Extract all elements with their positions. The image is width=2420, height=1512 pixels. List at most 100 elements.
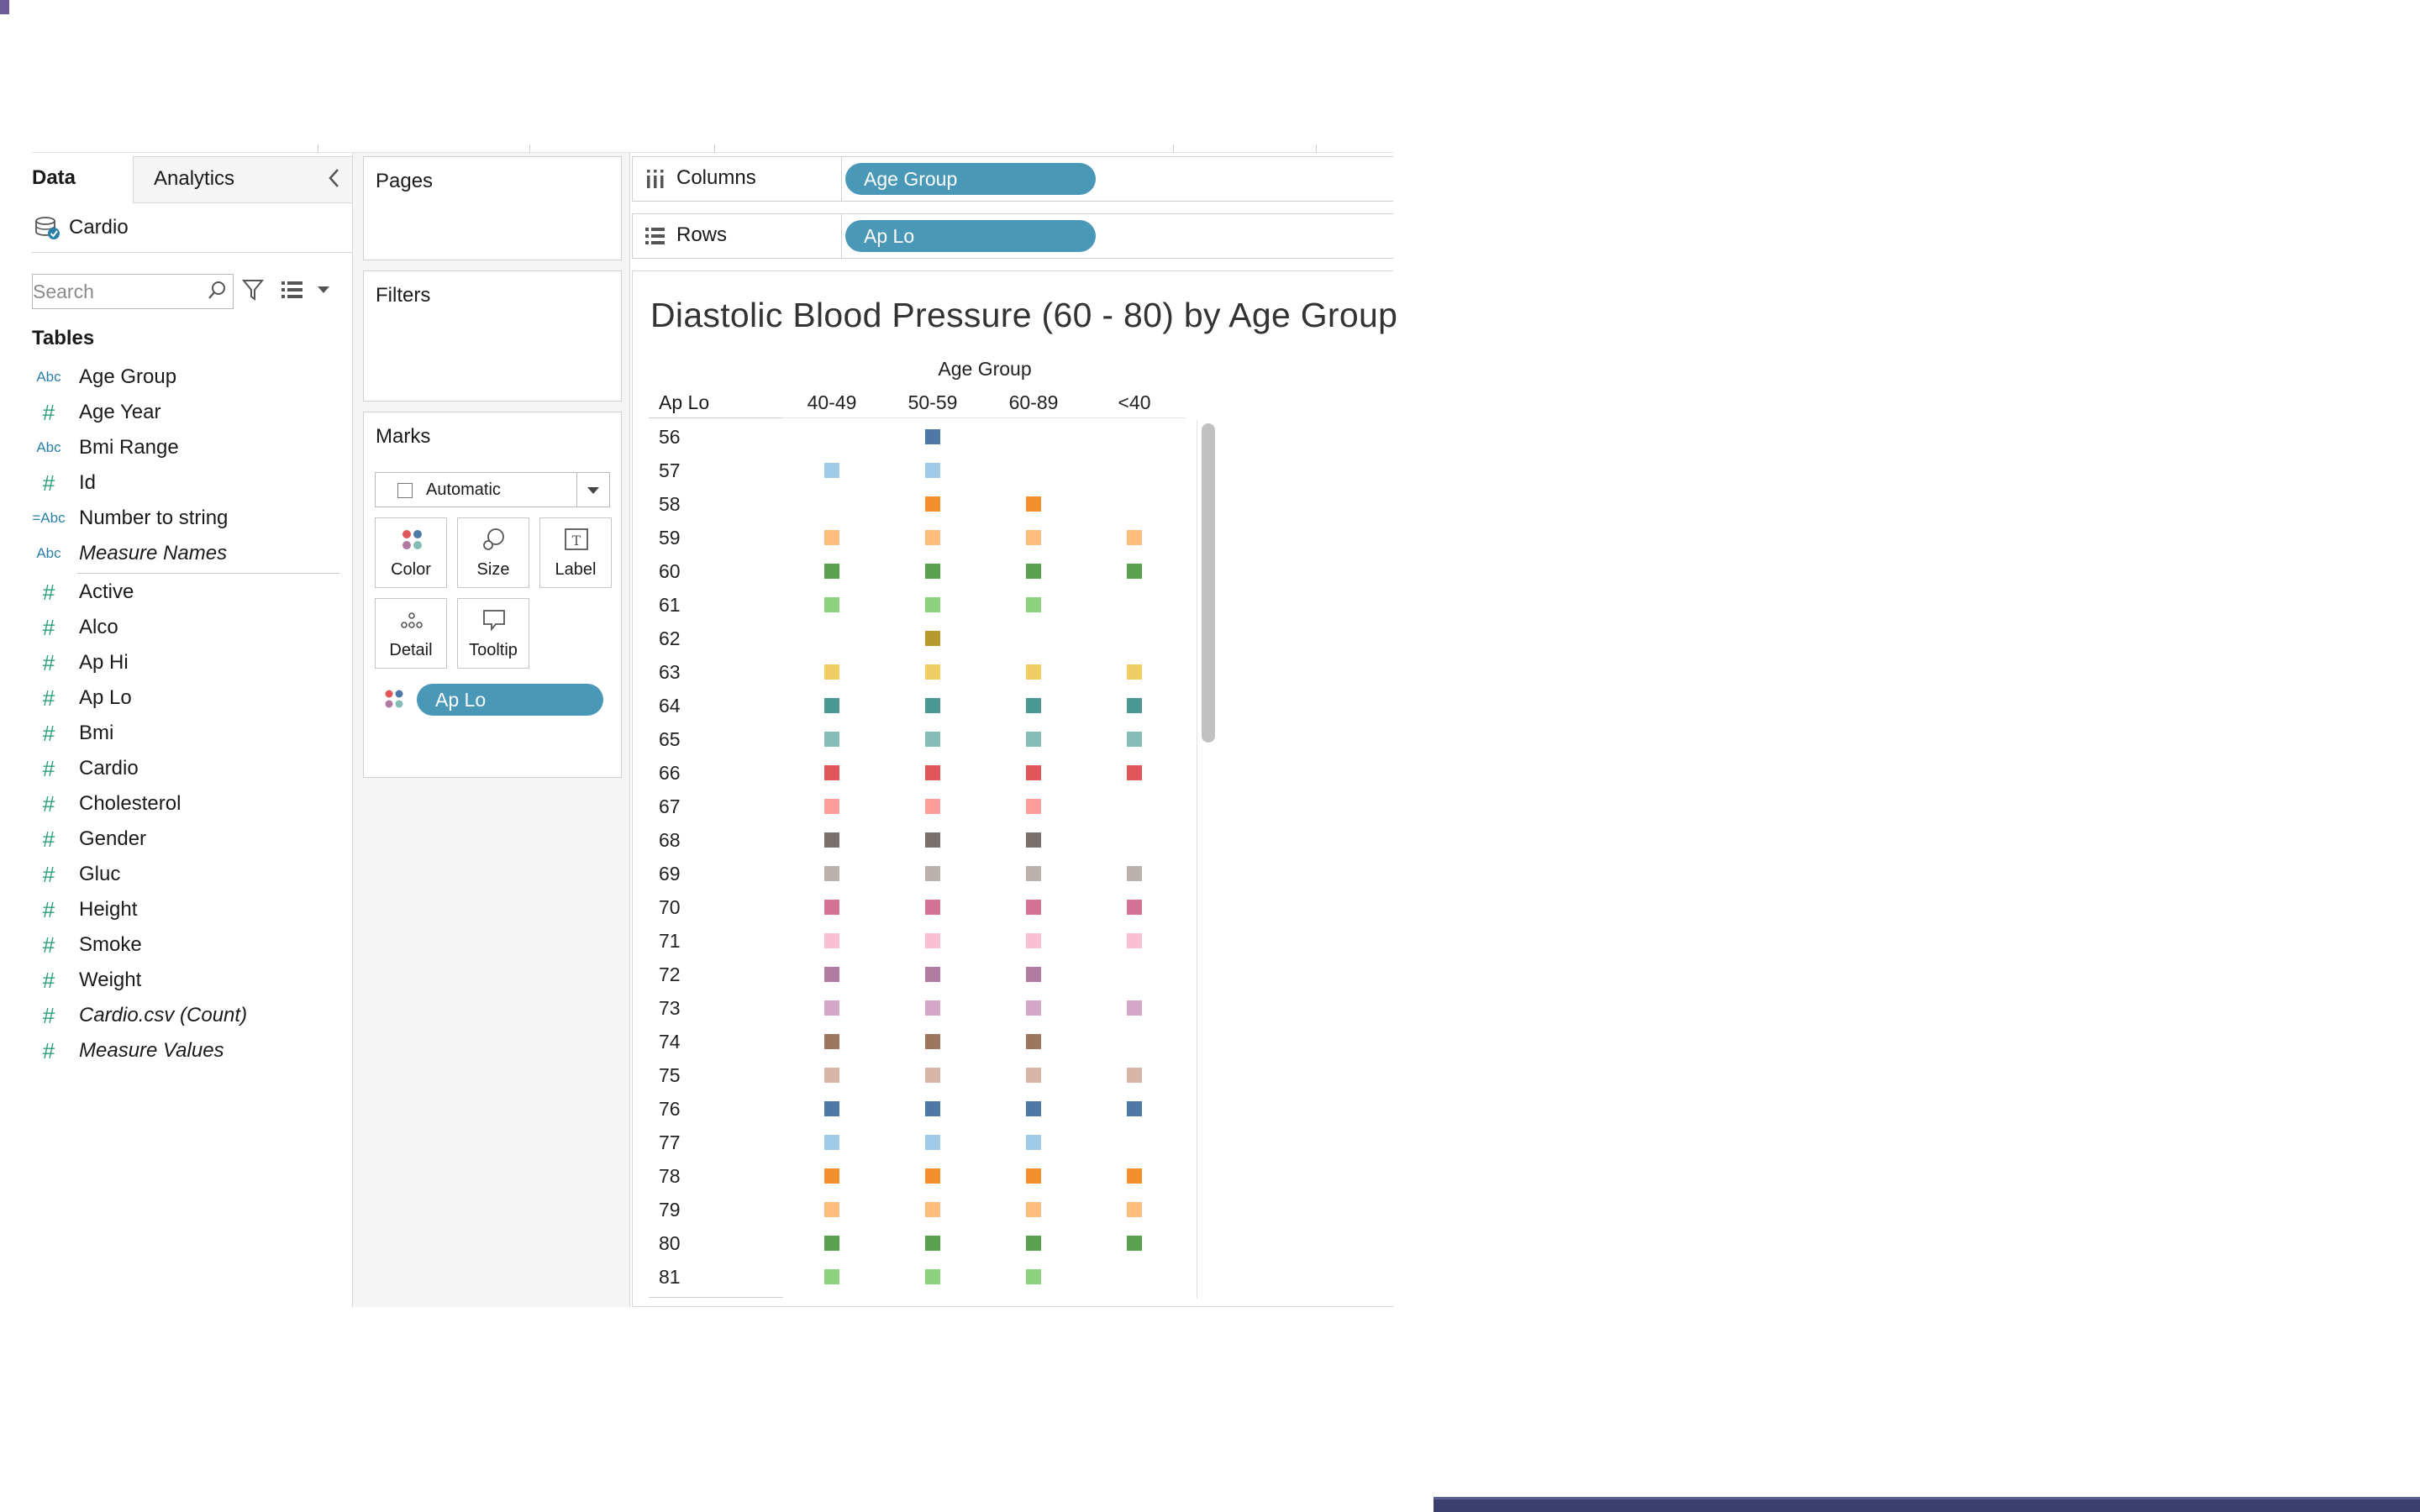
row-header[interactable]: 56 — [659, 420, 726, 454]
row-header[interactable]: 64 — [659, 689, 726, 722]
field-bmi-range[interactable]: Abc Bmi Range — [32, 430, 343, 465]
square-mark[interactable] — [1127, 866, 1142, 881]
row-header[interactable]: 69 — [659, 857, 726, 890]
square-mark[interactable] — [1026, 564, 1041, 579]
square-mark[interactable] — [1127, 698, 1142, 713]
pages-card[interactable]: Pages — [363, 156, 622, 260]
square-mark[interactable] — [1026, 1101, 1041, 1116]
rows-pill-ap-lo[interactable]: Ap Lo — [845, 220, 1096, 252]
size-button[interactable]: Size — [457, 517, 529, 588]
row-header[interactable]: 58 — [659, 487, 726, 521]
row-header[interactable]: 61 — [659, 588, 726, 622]
square-mark[interactable] — [925, 732, 940, 747]
square-mark[interactable] — [824, 597, 839, 612]
square-mark[interactable] — [824, 698, 839, 713]
square-mark[interactable] — [925, 463, 940, 478]
row-header[interactable]: 70 — [659, 890, 726, 924]
square-mark[interactable] — [925, 832, 940, 848]
square-mark[interactable] — [1127, 1236, 1142, 1251]
collapse-pane-button[interactable] — [323, 165, 346, 192]
square-mark[interactable] — [1026, 530, 1041, 545]
square-mark[interactable] — [824, 900, 839, 915]
row-header[interactable]: 57 — [659, 454, 726, 487]
square-mark[interactable] — [1026, 1202, 1041, 1217]
square-mark[interactable] — [925, 1068, 940, 1083]
square-mark[interactable] — [824, 1135, 839, 1150]
square-mark[interactable] — [1026, 799, 1041, 814]
square-mark[interactable] — [925, 496, 940, 512]
square-mark[interactable] — [1127, 1101, 1142, 1116]
detail-button[interactable]: Detail — [375, 598, 447, 669]
row-header[interactable]: 79 — [659, 1193, 726, 1226]
row-header[interactable]: 68 — [659, 823, 726, 857]
field-weight[interactable]: # Weight — [32, 963, 343, 998]
dropdown-arrow[interactable] — [576, 473, 609, 507]
square-mark[interactable] — [824, 1236, 839, 1251]
square-mark[interactable] — [1127, 530, 1142, 545]
square-mark[interactable] — [1026, 832, 1041, 848]
square-mark[interactable] — [1026, 967, 1041, 982]
filters-card[interactable]: Filters — [363, 270, 622, 402]
square-mark[interactable] — [925, 597, 940, 612]
field-age-year[interactable]: # Age Year — [32, 395, 343, 430]
row-header[interactable]: 60 — [659, 554, 726, 588]
square-mark[interactable] — [925, 698, 940, 713]
square-mark[interactable] — [824, 664, 839, 680]
square-mark[interactable] — [1026, 1168, 1041, 1184]
field-bmi[interactable]: # Bmi — [32, 716, 343, 751]
field-height[interactable]: # Height — [32, 892, 343, 927]
square-mark[interactable] — [1026, 1034, 1041, 1049]
square-mark[interactable] — [1127, 1202, 1142, 1217]
square-mark[interactable] — [925, 664, 940, 680]
row-header[interactable]: 65 — [659, 722, 726, 756]
square-mark[interactable] — [925, 933, 940, 948]
field-age-group[interactable]: Abc Age Group — [32, 360, 343, 395]
square-mark[interactable] — [1127, 664, 1142, 680]
square-mark[interactable] — [824, 799, 839, 814]
square-mark[interactable] — [925, 967, 940, 982]
mark-type-dropdown[interactable]: Automatic — [375, 472, 610, 507]
row-header[interactable]: 81 — [659, 1260, 726, 1294]
square-mark[interactable] — [1127, 933, 1142, 948]
column-header[interactable]: 60-89 — [992, 390, 1076, 415]
label-button[interactable]: T Label — [539, 517, 612, 588]
row-header[interactable]: 73 — [659, 991, 726, 1025]
column-header[interactable]: 50-59 — [891, 390, 975, 415]
square-mark[interactable] — [1026, 765, 1041, 780]
square-mark[interactable] — [1026, 1135, 1041, 1150]
square-mark[interactable] — [1127, 1168, 1142, 1184]
field-cardio[interactable]: # Cardio — [32, 751, 343, 786]
field-id[interactable]: # Id — [32, 465, 343, 501]
square-mark[interactable] — [1026, 597, 1041, 612]
columns-pill-age-group[interactable]: Age Group — [845, 163, 1096, 195]
tab-analytics[interactable]: Analytics — [133, 156, 353, 203]
row-header[interactable]: 63 — [659, 655, 726, 689]
square-mark[interactable] — [824, 1068, 839, 1083]
square-mark[interactable] — [824, 732, 839, 747]
square-mark[interactable] — [1026, 900, 1041, 915]
square-mark[interactable] — [824, 967, 839, 982]
square-mark[interactable] — [925, 429, 940, 444]
field-cardio-csv-count[interactable]: # Cardio.csv (Count) — [32, 998, 343, 1033]
tooltip-button[interactable]: Tooltip — [457, 598, 529, 669]
color-button[interactable]: Color — [375, 517, 447, 588]
row-header[interactable]: 62 — [659, 622, 726, 655]
field-measure-values[interactable]: # Measure Values — [32, 1033, 343, 1068]
field-gender[interactable]: # Gender — [32, 822, 343, 857]
square-mark[interactable] — [1026, 664, 1041, 680]
square-mark[interactable] — [1127, 564, 1142, 579]
datasource-name[interactable]: Cardio — [69, 213, 129, 242]
field-number-to-string[interactable]: =Abc Number to string — [32, 501, 343, 536]
search-icon[interactable] — [205, 279, 229, 302]
field-ap-lo[interactable]: # Ap Lo — [32, 680, 343, 716]
square-mark[interactable] — [824, 765, 839, 780]
square-mark[interactable] — [1026, 732, 1041, 747]
square-mark[interactable] — [925, 900, 940, 915]
square-mark[interactable] — [824, 1202, 839, 1217]
square-mark[interactable] — [925, 765, 940, 780]
square-mark[interactable] — [824, 1101, 839, 1116]
field-active[interactable]: # Active — [32, 575, 343, 610]
square-mark[interactable] — [925, 1135, 940, 1150]
square-mark[interactable] — [824, 564, 839, 579]
square-mark[interactable] — [1026, 1068, 1041, 1083]
